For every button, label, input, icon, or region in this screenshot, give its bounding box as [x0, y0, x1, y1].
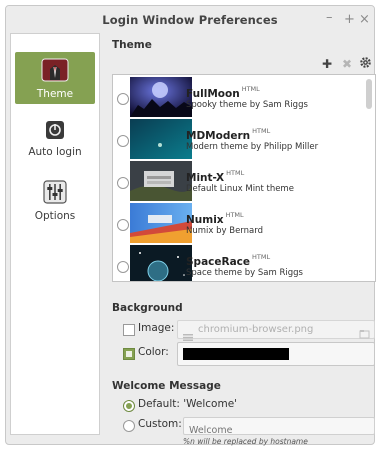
minimize-button[interactable]: – [326, 10, 333, 25]
theme-radio[interactable] [117, 219, 129, 231]
theme-description: Modern theme by Philipp Miller [186, 142, 319, 152]
color-picker-button[interactable] [177, 342, 375, 366]
gear-icon[interactable] [360, 57, 371, 71]
theme-name-text: Mint-X [186, 172, 225, 184]
theme-description: Space theme by Sam Riggs [186, 268, 303, 278]
theme-description: Default Linux Mint theme [186, 184, 294, 194]
close-button[interactable]: × [359, 12, 370, 27]
remove-icon[interactable]: ✖ [342, 57, 352, 71]
list-scrollbar[interactable] [366, 79, 372, 109]
theme-list[interactable]: FullMoon HTML Spooky theme by Sam Riggs M… [112, 74, 376, 282]
welcome-hint: %n will be replaced by hostname [183, 437, 308, 446]
sidebar-item-theme[interactable]: Theme [15, 52, 95, 104]
custom-welcome-input[interactable] [189, 423, 369, 438]
list-item[interactable]: SpaceRace HTML Space theme by Sam Riggs [113, 245, 365, 281]
color-label: Color: [138, 346, 169, 358]
welcome-heading: Welcome Message [112, 380, 221, 392]
color-checkbox[interactable] [123, 348, 135, 360]
add-icon[interactable]: ✚ [322, 57, 332, 71]
sidebar: Theme Auto login Options [10, 33, 100, 435]
theme-name: Mint-X HTML [186, 169, 244, 184]
list-item[interactable]: Mint-X HTML Default Linux Mint theme [113, 161, 365, 203]
custom-welcome-field[interactable] [183, 417, 375, 438]
autologin-icon [45, 120, 65, 140]
theme-description: Spooky theme by Sam Riggs [186, 100, 308, 110]
theme-radio[interactable] [117, 261, 129, 273]
theme-thumbnail [130, 77, 192, 117]
custom-welcome-label: Custom: [138, 418, 182, 430]
theme-icon [41, 58, 69, 82]
image-checkbox[interactable] [123, 324, 135, 336]
maximize-button[interactable]: + [344, 12, 355, 27]
theme-radio[interactable] [117, 93, 129, 105]
theme-name: Numix HTML [186, 211, 244, 226]
theme-tag: HTML [226, 169, 245, 177]
theme-description: Numix by Bernard [186, 226, 263, 236]
theme-name: SpaceRace HTML [186, 253, 270, 268]
theme-thumbnail [130, 245, 192, 281]
theme-thumbnail [130, 161, 192, 201]
theme-tag: HTML [252, 127, 271, 135]
theme-name-text: MDModern [186, 130, 251, 142]
window-title: Login Window Preferences [102, 13, 278, 27]
background-heading: Background [112, 302, 183, 314]
theme-tag: HTML [252, 253, 271, 261]
theme-name-text: FullMoon [186, 88, 240, 100]
options-icon [43, 180, 67, 204]
file-icon [183, 326, 193, 341]
theme-name-text: SpaceRace [186, 256, 251, 268]
list-item[interactable]: MDModern HTML Modern theme by Philipp Mil… [113, 119, 365, 161]
theme-thumbnail [130, 119, 192, 159]
color-swatch [183, 348, 289, 360]
theme-thumbnail [130, 203, 192, 243]
sidebar-item-auto-login[interactable]: Auto login [15, 118, 95, 164]
sidebar-item-label: Auto login [28, 146, 82, 158]
custom-welcome-radio[interactable] [123, 420, 135, 432]
default-welcome-label: Default: 'Welcome' [138, 398, 238, 410]
theme-tag: HTML [241, 85, 260, 93]
list-item[interactable]: FullMoon HTML Spooky theme by Sam Riggs [113, 77, 365, 119]
image-filename: chromium-browser.png [198, 324, 314, 335]
theme-name: MDModern HTML [186, 127, 270, 142]
theme-radio[interactable] [117, 135, 129, 147]
sidebar-item-label: Theme [36, 88, 74, 100]
theme-name: FullMoon HTML [186, 85, 260, 100]
theme-tag: HTML [225, 211, 244, 219]
default-welcome-radio[interactable] [123, 400, 135, 412]
image-label: Image: [138, 322, 175, 334]
folder-icon [359, 324, 370, 339]
image-file-chooser[interactable]: chromium-browser.png [177, 320, 375, 341]
titlebar: Login Window Preferences – + × [6, 6, 374, 36]
sidebar-item-label: Options [34, 210, 76, 222]
theme-name-text: Numix [186, 214, 224, 226]
sidebar-item-options[interactable]: Options [15, 178, 95, 226]
list-item[interactable]: Numix HTML Numix by Bernard [113, 203, 365, 245]
theme-heading: Theme [112, 39, 152, 51]
theme-radio[interactable] [117, 177, 129, 189]
